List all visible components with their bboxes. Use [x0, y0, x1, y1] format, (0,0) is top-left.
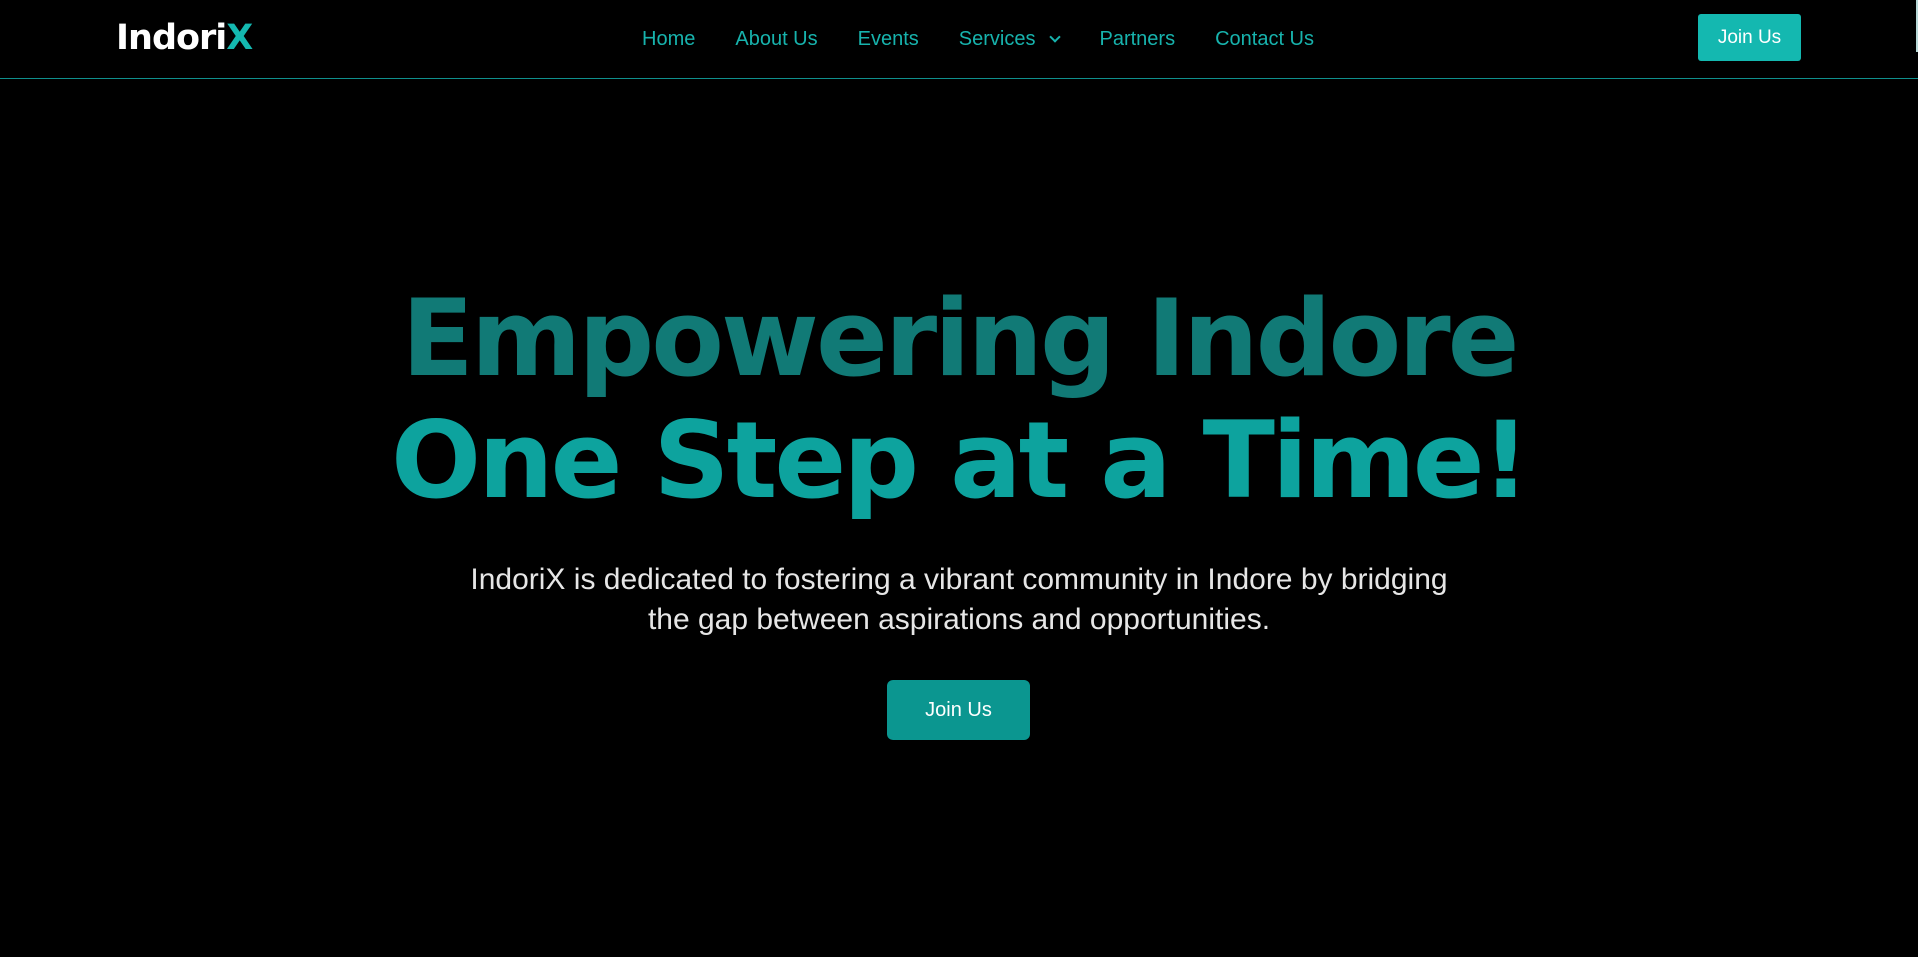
hero-join-button[interactable]: Join Us: [887, 680, 1030, 740]
page: IndoriX Home About Us Events Services Pa…: [0, 0, 1918, 957]
logo-text: Indori: [116, 18, 227, 58]
header-join-button[interactable]: Join Us: [1698, 14, 1801, 61]
nav-item-partners[interactable]: Partners: [1099, 26, 1175, 52]
hero-title: Empowering Indore One Step at a Time!: [0, 278, 1918, 522]
hero-title-line-1: Empowering Indore: [401, 277, 1520, 400]
logo[interactable]: IndoriX: [116, 16, 253, 61]
chevron-down-icon: [1049, 30, 1062, 43]
nav-item-label: Partners: [1099, 28, 1176, 50]
nav-item-contact-us[interactable]: Contact Us: [1215, 26, 1314, 52]
hero-subtitle: IndoriX is dedicated to fostering a vibr…: [470, 563, 1448, 636]
logo-accent: X: [226, 18, 253, 58]
site-header: IndoriX Home About Us Events Services Pa…: [0, 0, 1918, 79]
nav-item-label: Services: [958, 28, 1036, 50]
nav-item-home[interactable]: Home: [642, 26, 695, 52]
nav-item-label: Events: [857, 28, 919, 50]
nav-item-label: Contact Us: [1215, 28, 1315, 50]
nav-item-services[interactable]: Services: [958, 26, 1062, 52]
main-nav: Home About Us Events Services Partners C…: [642, 26, 1314, 52]
nav-item-label: Home: [642, 28, 696, 50]
nav-item-about-us[interactable]: About Us: [735, 26, 817, 52]
nav-item-events[interactable]: Events: [858, 26, 919, 52]
hero-title-line-2: One Step at a Time!: [391, 399, 1530, 522]
nav-item-label: About Us: [735, 28, 818, 50]
